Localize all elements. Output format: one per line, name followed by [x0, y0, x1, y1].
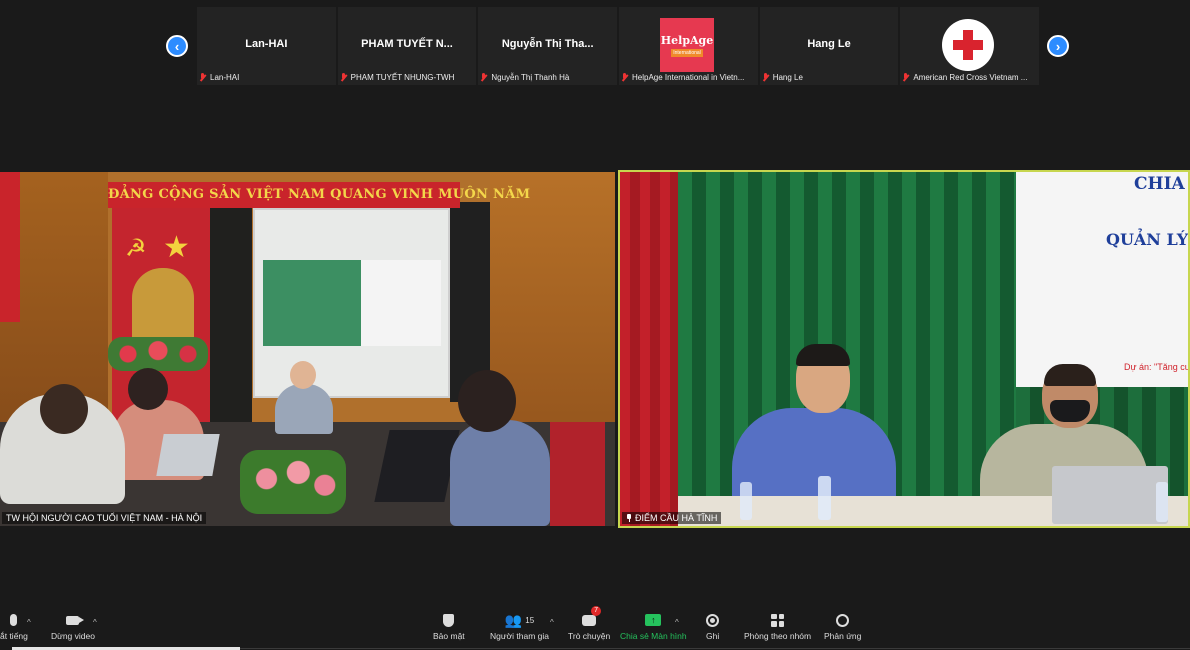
participant-name: PHAM TUYẾT N...	[361, 38, 453, 50]
scene-bottle	[1156, 482, 1168, 522]
microphone-icon	[10, 614, 18, 626]
scene-mask	[1050, 400, 1090, 422]
participant-strip: Lan-HAI Lan-HAI PHAM TUYẾT N... PHAM TUY…	[197, 7, 1040, 85]
video-options-caret[interactable]: ^	[93, 618, 97, 627]
participant-caption: HelpAge International in Vietn...	[621, 71, 756, 83]
smiley-icon	[836, 613, 850, 627]
participants-options-caret[interactable]: ^	[550, 618, 554, 627]
camera-icon	[66, 615, 85, 625]
mic-muted-icon	[340, 72, 348, 82]
mute-button[interactable]: ắt tiếng	[0, 612, 28, 641]
grid-icon	[771, 613, 785, 627]
participant-caption: Nguyễn Thị Thanh Hà	[480, 71, 615, 83]
participant-name: Lan-HAI	[245, 38, 288, 50]
mic-muted-icon	[902, 72, 910, 82]
participants-button[interactable]: 👥 15 Người tham gia	[490, 612, 549, 641]
red-cross-logo	[942, 19, 995, 71]
red-cross-icon	[953, 30, 984, 60]
scene-bottle	[818, 476, 831, 520]
video-label: ĐIỂM CẦU HÀ TĨNH	[622, 512, 722, 524]
scene-curtain	[620, 172, 678, 526]
scene-person	[450, 420, 550, 526]
previous-page-button[interactable]: ‹	[166, 35, 188, 57]
mic-muted-icon	[480, 72, 488, 82]
chevron-right-icon: ›	[1055, 38, 1061, 54]
mic-muted-icon	[621, 72, 629, 82]
record-button[interactable]: Ghi	[706, 612, 719, 641]
mic-muted-icon	[199, 72, 207, 82]
scene-laptop	[156, 434, 220, 476]
participant-caption: Lan-HAI	[199, 71, 334, 83]
scene-person-head	[128, 368, 168, 410]
next-page-button[interactable]: ›	[1047, 35, 1069, 57]
scene-curtain	[210, 208, 252, 428]
presentation-board: CHIA S QUẢN LÝ Dự án: "Tăng cường	[1016, 172, 1188, 387]
mic-muted-icon	[762, 72, 770, 82]
projected-feed	[263, 260, 441, 346]
share-options-caret[interactable]: ^	[675, 618, 679, 627]
stop-video-button[interactable]: Dừng video	[51, 612, 95, 641]
participants-count: 15	[525, 615, 535, 625]
chevron-left-icon: ‹	[174, 38, 180, 54]
scene-flowers	[108, 337, 208, 371]
scene-person-head	[458, 370, 516, 432]
hammer-sickle-icon: ☭	[125, 235, 147, 262]
chat-badge: 7	[591, 606, 602, 616]
projector-screen	[253, 208, 450, 398]
scene-person-head	[290, 361, 316, 389]
meeting-toolbar: ắt tiếng ^ Dừng video ^ Bảo mật 👥 15 Ngườ…	[0, 606, 1190, 650]
scene-person	[275, 384, 333, 434]
participant-caption: PHAM TUYẾT NHUNG-TWH	[340, 71, 475, 83]
scene-laptop	[1052, 466, 1168, 524]
mute-options-caret[interactable]: ^	[27, 618, 31, 627]
divider	[240, 648, 1190, 649]
pin-icon	[626, 514, 632, 522]
scene-flowers	[240, 450, 346, 514]
people-icon: 👥	[504, 612, 523, 628]
participant-caption: American Red Cross Vietnam ...	[902, 71, 1037, 83]
video-ha-tinh[interactable]: CHIA S QUẢN LÝ Dự án: "Tăng cường ĐIỂM C…	[618, 170, 1190, 528]
participant-tile[interactable]: Lan-HAI Lan-HAI	[197, 7, 336, 85]
participant-tile[interactable]: American Red Cross Vietnam ...	[900, 7, 1040, 85]
participant-tile[interactable]: Hang Le Hang Le	[759, 7, 899, 85]
scene-person-head	[40, 384, 88, 434]
scene-person-hair	[796, 344, 850, 366]
participant-tile[interactable]: PHAM TUYẾT N... PHAM TUYẾT NHUNG-TWH	[337, 7, 477, 85]
reactions-button[interactable]: Phản ứng	[824, 612, 861, 641]
share-screen-icon: ↑	[645, 614, 662, 626]
scene-bottle	[740, 482, 752, 520]
breakout-rooms-button[interactable]: Phòng theo nhóm	[744, 612, 811, 641]
hall-banner: ĐẢNG CỘNG SẢN VIỆT NAM QUANG VINH MUÔN N…	[108, 182, 530, 208]
chat-icon	[582, 614, 597, 626]
helpage-logo: HelpAge International	[660, 18, 715, 72]
participant-tile[interactable]: HelpAge International HelpAge Internatio…	[619, 7, 758, 85]
security-button[interactable]: Bảo mật	[433, 612, 465, 641]
scene-chair	[550, 422, 605, 526]
scene-flag	[0, 172, 20, 322]
record-icon	[706, 613, 720, 627]
participant-tile[interactable]: Nguyễn Thị Tha... Nguyễn Thị Thanh Hà	[478, 7, 618, 85]
scene-person-hair	[1044, 364, 1096, 386]
participant-name: Hang Le	[807, 38, 851, 50]
video-label: TW HỘI NGƯỜI CAO TUỔI VIỆT NAM - HÀ NỘI	[2, 512, 207, 524]
shield-icon	[443, 613, 455, 627]
participant-caption: Hang Le	[762, 71, 897, 83]
star-icon: ★	[163, 231, 190, 264]
participant-name: Nguyễn Thị Tha...	[501, 38, 594, 50]
chat-button[interactable]: 7 Trò chuyện	[568, 606, 610, 641]
video-hanoi[interactable]: ĐẢNG CỘNG SẢN VIỆT NAM QUANG VINH MUÔN N…	[0, 172, 615, 526]
